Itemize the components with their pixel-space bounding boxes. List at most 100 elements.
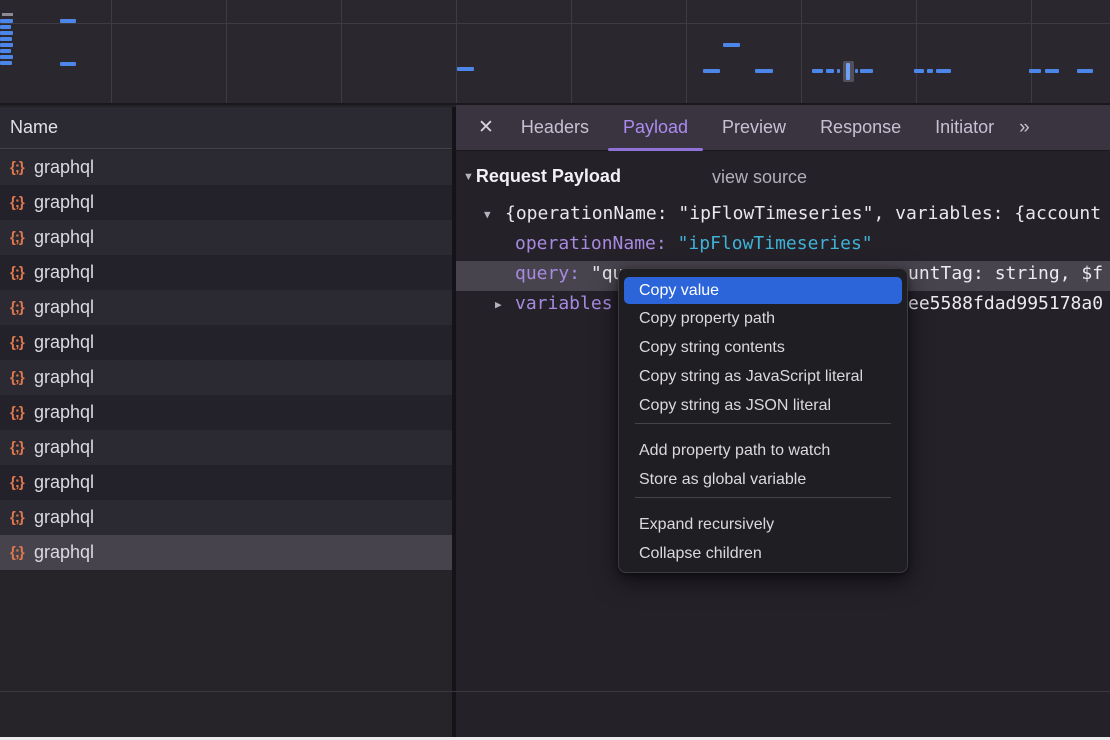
- overview-hover-marker: [843, 61, 854, 82]
- tab-initiator[interactable]: Initiator: [918, 105, 1011, 151]
- network-activity-bar: [755, 69, 773, 73]
- menu-item-add-property-path-to-watch[interactable]: Add property path to watch: [619, 436, 907, 465]
- query-value-fragment: untTag: string, $f: [908, 263, 1103, 284]
- request-name: graphql: [34, 542, 94, 563]
- network-activity-bar: [0, 55, 13, 59]
- network-activity-bar: [936, 69, 951, 73]
- network-activity-bar: [0, 37, 12, 41]
- property-key: variables: [515, 293, 613, 314]
- table-row[interactable]: {;}graphql: [0, 395, 452, 430]
- menu-separator: [635, 423, 891, 424]
- network-activity-bar: [60, 62, 76, 66]
- network-activity-bar: [855, 69, 858, 73]
- json-braces-icon: {;}: [10, 369, 34, 386]
- json-braces-icon: {;}: [10, 194, 34, 211]
- table-row[interactable]: {;}graphql: [0, 220, 452, 255]
- menu-separator: [635, 497, 891, 498]
- tab-payload[interactable]: Payload: [606, 105, 705, 151]
- network-activity-bar: [0, 31, 13, 35]
- json-braces-icon: {;}: [10, 299, 34, 316]
- close-icon[interactable]: ✕: [478, 116, 494, 139]
- tree-row-root[interactable]: ▼ {operationName: "ipFlowTimeseries", va…: [456, 201, 1110, 231]
- request-name: graphql: [34, 332, 94, 353]
- json-braces-icon: {;}: [10, 404, 34, 421]
- network-activity-bar: [60, 19, 76, 23]
- table-row[interactable]: {;}graphql: [0, 255, 452, 290]
- json-braces-icon: {;}: [10, 509, 34, 526]
- request-rows: {;}graphql {;}graphql {;}graphql {;}grap…: [0, 150, 452, 570]
- name-column-header[interactable]: Name: [0, 107, 452, 149]
- menu-item-copy-string-contents[interactable]: Copy string contents: [619, 333, 907, 362]
- network-activity-bar: [0, 43, 13, 47]
- overview-gridlines: [0, 0, 1110, 103]
- tab-preview[interactable]: Preview: [705, 105, 803, 151]
- network-activity-bar: [0, 49, 11, 53]
- network-activity-bar: [812, 69, 823, 73]
- overview-band-divider: [0, 23, 1110, 24]
- request-name: graphql: [34, 472, 94, 493]
- network-activity-bar: [0, 25, 11, 29]
- collapse-triangle-icon: ▼: [463, 171, 474, 183]
- table-row[interactable]: {;}graphql: [0, 290, 452, 325]
- request-name: graphql: [34, 437, 94, 458]
- network-activity-bar: [860, 69, 873, 73]
- menu-item-expand-recursively[interactable]: Expand recursively: [619, 510, 907, 539]
- section-title[interactable]: ▼Request Payload: [463, 166, 621, 187]
- table-row[interactable]: {;}graphql: [0, 465, 452, 500]
- network-activity-bar: [0, 61, 12, 65]
- devtools-network-panel: Name {;}graphql {;}graphql {;}graphql {;…: [0, 0, 1110, 740]
- table-row[interactable]: {;}graphql: [0, 325, 452, 360]
- network-overview-timeline[interactable]: [0, 0, 1110, 105]
- network-activity-bar: [914, 69, 924, 73]
- table-row[interactable]: {;}graphql: [0, 430, 452, 465]
- network-activity-bar: [457, 67, 474, 71]
- request-name: graphql: [34, 262, 94, 283]
- menu-item-collapse-children[interactable]: Collapse children: [619, 539, 907, 568]
- tree-row-operation-name[interactable]: operationName: "ipFlowTimeseries": [456, 231, 1110, 261]
- menu-item-store-as-global-variable[interactable]: Store as global variable: [619, 465, 907, 494]
- property-key: operationName:: [515, 233, 667, 254]
- context-menu: Copy value Copy property path Copy strin…: [618, 268, 908, 573]
- menu-item-copy-property-path[interactable]: Copy property path: [619, 304, 907, 333]
- view-source-link[interactable]: view source: [712, 167, 807, 188]
- menu-item-copy-string-js-literal[interactable]: Copy string as JavaScript literal: [619, 362, 907, 391]
- network-activity-bar: [1029, 69, 1041, 73]
- table-row[interactable]: {;}graphql: [0, 360, 452, 395]
- request-name: graphql: [34, 192, 94, 213]
- request-name: graphql: [34, 402, 94, 423]
- tab-headers[interactable]: Headers: [504, 105, 606, 151]
- json-braces-icon: {;}: [10, 334, 34, 351]
- network-activity-bar: [723, 43, 740, 47]
- root-object-preview: {operationName: "ipFlowTimeseries", vari…: [505, 203, 1101, 224]
- menu-item-copy-string-json-literal[interactable]: Copy string as JSON literal: [619, 391, 907, 420]
- network-activity-bar: [0, 19, 13, 23]
- json-braces-icon: {;}: [10, 159, 34, 176]
- request-name: graphql: [34, 507, 94, 528]
- request-name: graphql: [34, 227, 94, 248]
- menu-item-copy-value[interactable]: Copy value: [624, 277, 902, 304]
- name-column-label: Name: [10, 117, 58, 138]
- table-row[interactable]: {;}graphql: [0, 500, 452, 535]
- variables-value-fragment: ee5588fdad995178a0: [908, 293, 1103, 314]
- expand-triangle-icon[interactable]: ▼: [484, 208, 491, 221]
- json-braces-icon: {;}: [10, 229, 34, 246]
- network-activity-bar: [826, 69, 834, 73]
- more-tabs-icon[interactable]: »: [1019, 117, 1028, 139]
- table-row[interactable]: {;}graphql: [0, 150, 452, 185]
- json-braces-icon: {;}: [10, 439, 34, 456]
- network-activity-bar: [837, 69, 840, 73]
- request-name: graphql: [34, 367, 94, 388]
- json-braces-icon: {;}: [10, 474, 34, 491]
- network-activity-bar: [703, 69, 720, 73]
- request-name: graphql: [34, 157, 94, 178]
- network-activity-bar: [927, 69, 933, 73]
- detail-tab-bar: ✕ Headers Payload Preview Response Initi…: [456, 105, 1110, 151]
- collapsed-triangle-icon[interactable]: ▶: [495, 298, 502, 311]
- json-braces-icon: {;}: [10, 544, 34, 561]
- request-table: Name {;}graphql {;}graphql {;}graphql {;…: [0, 107, 452, 740]
- tab-response[interactable]: Response: [803, 105, 918, 151]
- property-key: query:: [515, 263, 580, 284]
- table-row-selected[interactable]: {;}graphql: [0, 535, 452, 570]
- request-payload-section: ▼Request Payload view source: [456, 163, 1110, 193]
- table-row[interactable]: {;}graphql: [0, 185, 452, 220]
